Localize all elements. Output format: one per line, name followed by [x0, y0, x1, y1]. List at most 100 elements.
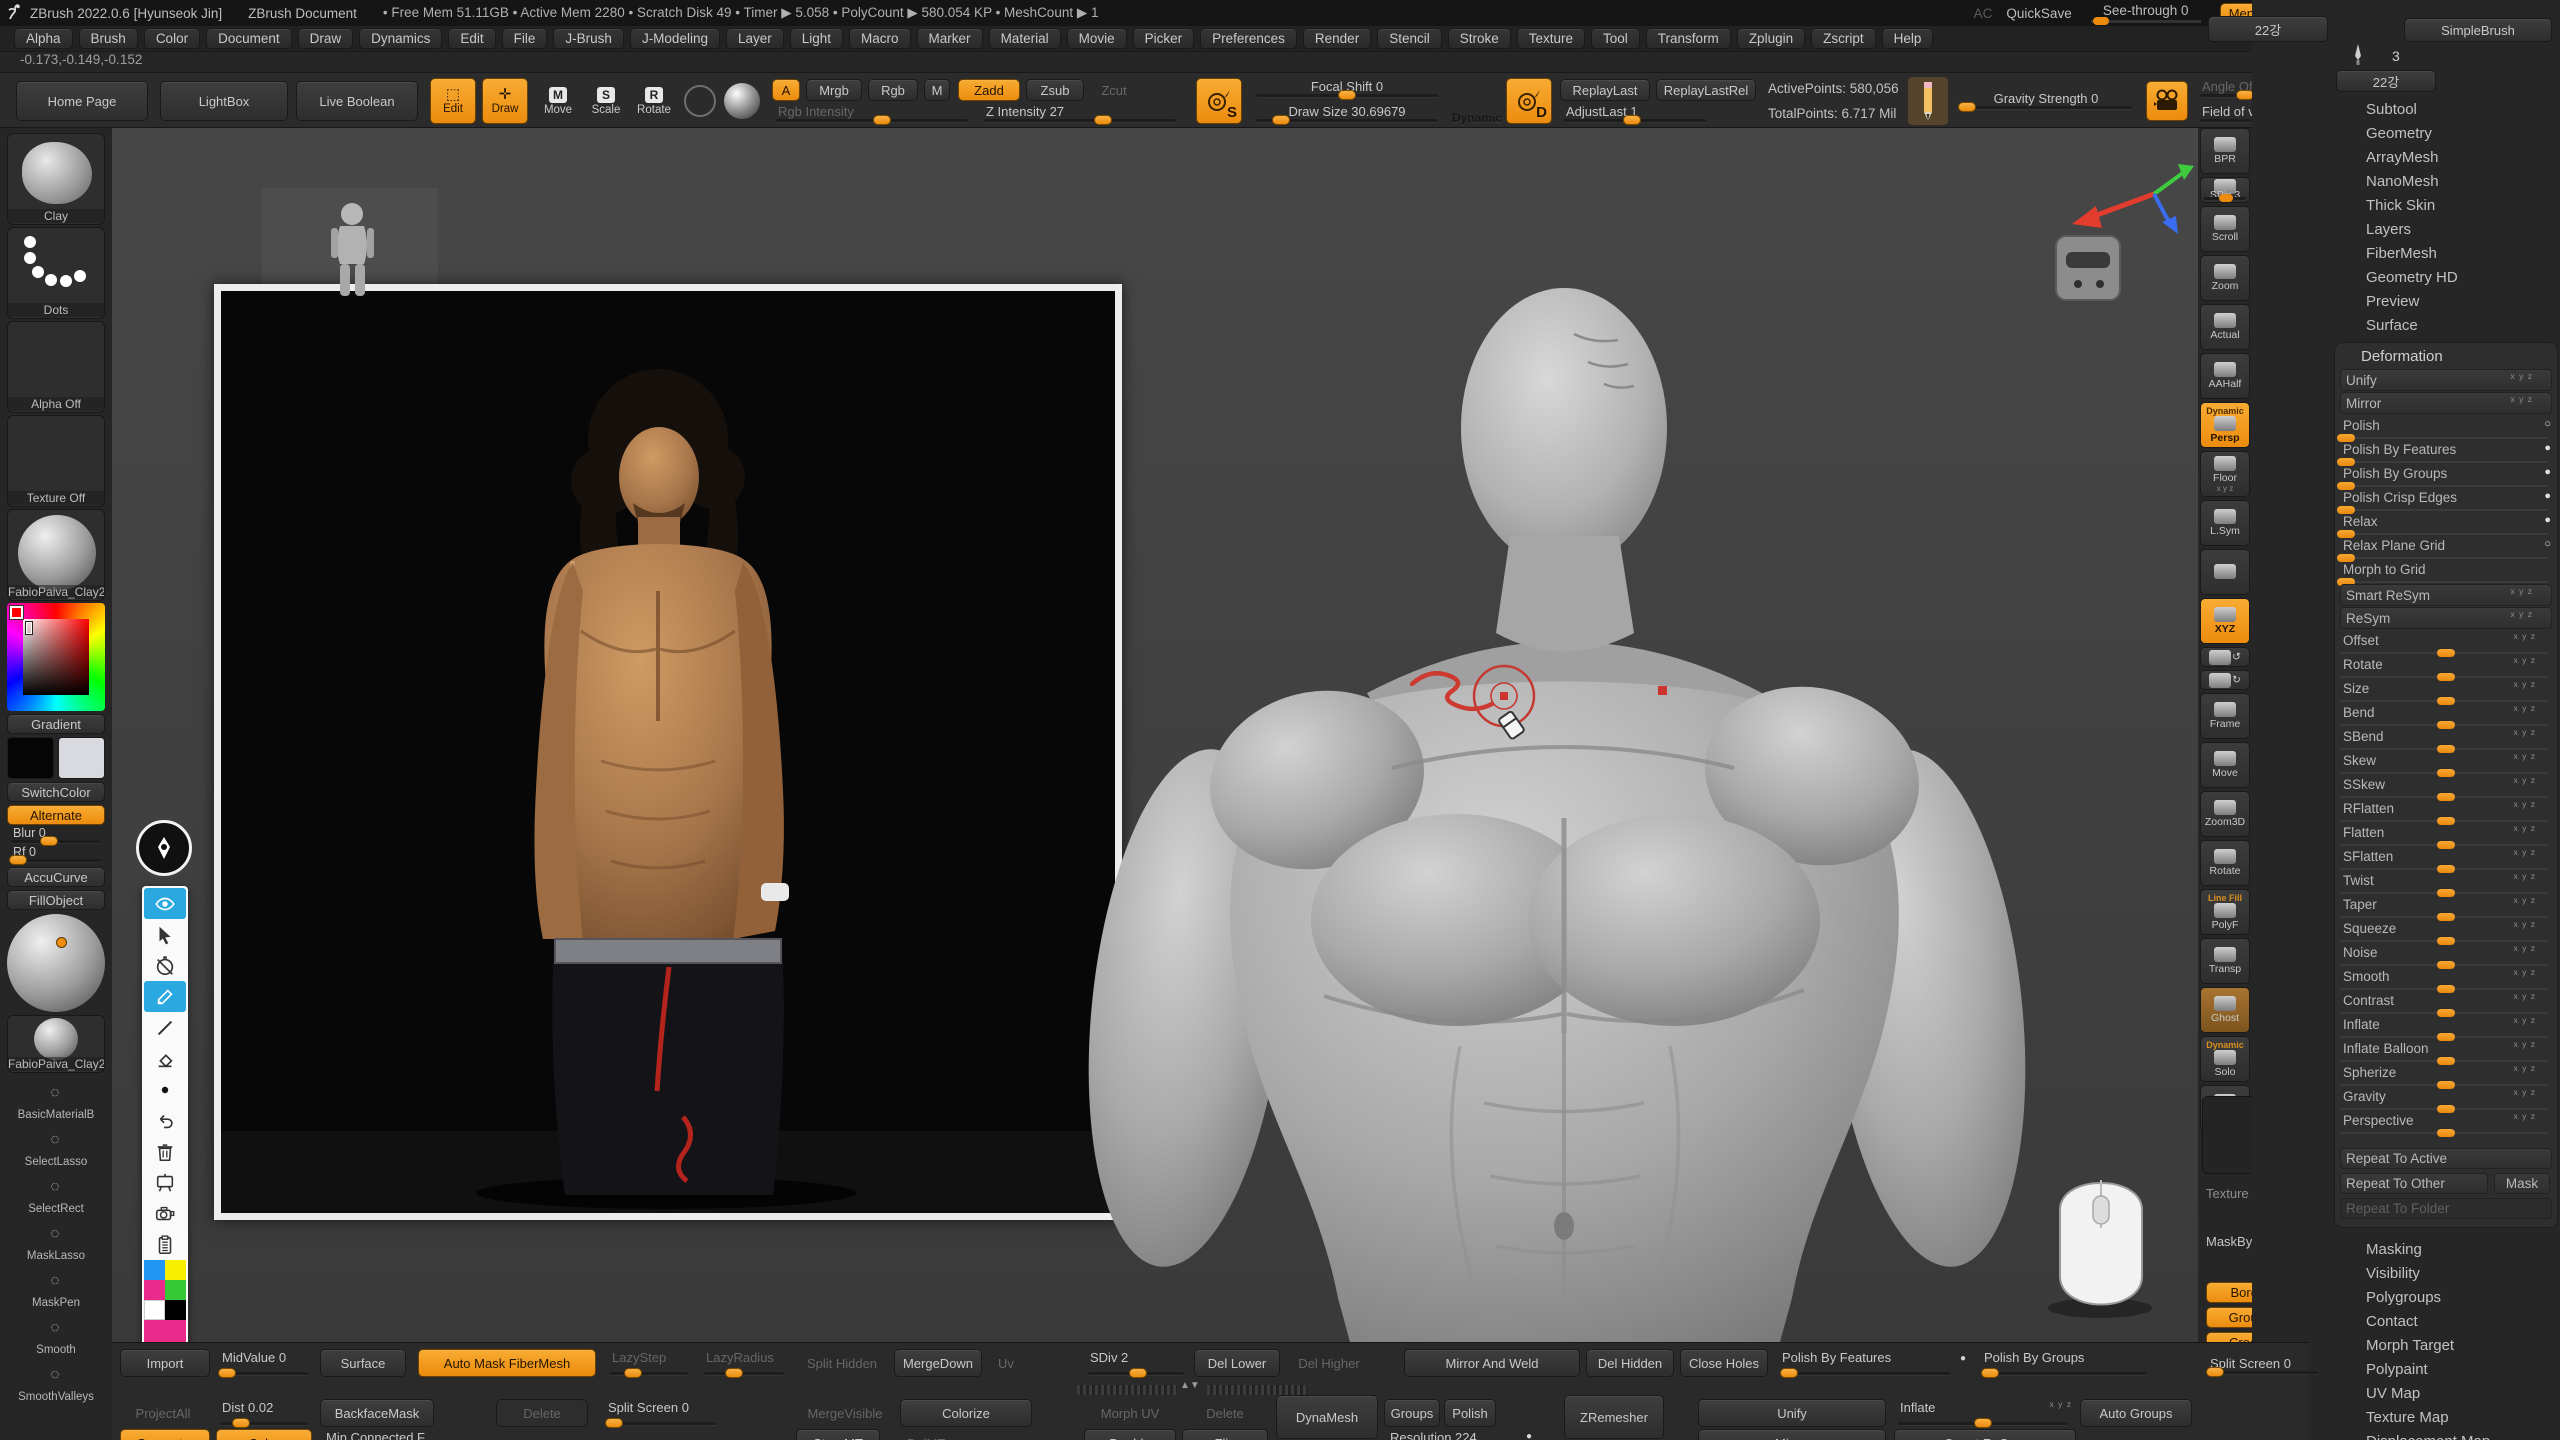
color-toggle[interactable]: Color: [216, 1429, 312, 1440]
recent-brush-button[interactable]: 22강: [2208, 16, 2328, 42]
menu-item[interactable]: Dynamics: [359, 28, 442, 49]
m-toggle[interactable]: M: [924, 79, 950, 101]
shelf-button[interactable]: Ghost: [2200, 987, 2250, 1033]
current-texture-thumb[interactable]: Texture Off: [7, 415, 105, 507]
alternate-button[interactable]: Alternate: [7, 805, 105, 825]
stroke-picker-button[interactable]: S: [1196, 78, 1242, 124]
shelf-button[interactable]: Zoom: [2200, 255, 2250, 301]
shelf-button[interactable]: Transp: [2200, 938, 2250, 984]
uv-button[interactable]: Uv: [988, 1349, 1024, 1377]
double-button[interactable]: Double: [1084, 1429, 1176, 1440]
deformation-control[interactable]: x y z SFlatten: [2338, 846, 2554, 870]
shelf-button[interactable]: Dynamic Persp: [2200, 402, 2250, 448]
morph-uv-button[interactable]: Morph UV: [1084, 1399, 1176, 1427]
mergedown-button[interactable]: MergeDown: [894, 1349, 982, 1377]
timer-off-icon[interactable]: [144, 950, 186, 981]
unify-button[interactable]: Unify: [1698, 1399, 1886, 1427]
menu-item[interactable]: Stencil: [1377, 28, 1442, 49]
gravity-strength-slider[interactable]: Gravity Strength 0: [1956, 91, 2136, 111]
deformation-control[interactable]: x y z RFlatten: [2338, 798, 2554, 822]
deformation-control[interactable]: x y z Taper: [2338, 894, 2554, 918]
menu-item[interactable]: Draw: [298, 28, 354, 49]
dynamesh-button[interactable]: DynaMesh: [1276, 1395, 1378, 1439]
current-material-thumb[interactable]: FabioPaiva_Clay2: [7, 509, 105, 601]
shelf-button[interactable]: Scroll: [2200, 206, 2250, 252]
palette-section[interactable]: Geometry: [2340, 122, 2560, 146]
deformation-control[interactable]: ● Relax: [2338, 511, 2554, 535]
menu-item[interactable]: Zscript: [1811, 28, 1876, 49]
current-tool-button[interactable]: SimpleBrush: [2404, 18, 2552, 42]
epicpen-launcher[interactable]: [136, 820, 192, 876]
draw-button[interactable]: ✛Draw: [482, 78, 528, 124]
recent-brush2-button[interactable]: 22강: [2336, 70, 2436, 92]
fill-object-button[interactable]: FillObject: [7, 890, 105, 910]
menu-item[interactable]: Macro: [849, 28, 911, 49]
palette-section[interactable]: Polygroups: [2340, 1286, 2560, 1310]
menu-item[interactable]: Render: [1303, 28, 1371, 49]
main-color-swatch[interactable]: [7, 737, 54, 779]
edit-button[interactable]: ⬚Edit: [430, 78, 476, 124]
palette-section[interactable]: Surface: [2340, 314, 2560, 338]
palette-section[interactable]: Polypaint: [2340, 1358, 2560, 1382]
palette-section[interactable]: Visibility: [2340, 1262, 2560, 1286]
deformation-control[interactable]: x y z Rotate: [2338, 654, 2554, 678]
whiteboard-icon[interactable]: [144, 1167, 186, 1198]
material-orb-icon[interactable]: [724, 83, 760, 119]
close-holes-button[interactable]: Close Holes: [1680, 1349, 1768, 1377]
repeat-to-folder-button[interactable]: Repeat To Folder: [2340, 1198, 2552, 1219]
camera-snapshot-icon[interactable]: [144, 1198, 186, 1229]
deformation-header[interactable]: Deformation: [2338, 345, 2554, 368]
deformation-control[interactable]: ○ Polish: [2338, 415, 2554, 439]
split-screen-shelf-slider[interactable]: Split Screen 0: [602, 1401, 720, 1427]
palette-blue[interactable]: [144, 1260, 165, 1280]
menu-item[interactable]: Edit: [448, 28, 495, 49]
palette-section[interactable]: Morph Target: [2340, 1334, 2560, 1358]
deformation-control[interactable]: x y z Unify: [2340, 369, 2552, 391]
geometry-toggle[interactable]: Geometry: [120, 1429, 210, 1440]
repeat-mask-button[interactable]: Mask: [2494, 1173, 2550, 1194]
deformation-control[interactable]: ● Polish By Features: [2338, 439, 2554, 463]
backfacemask-button[interactable]: BackfaceMask: [320, 1399, 434, 1427]
deformation-control[interactable]: ● Polish Crisp Edges: [2338, 487, 2554, 511]
home-page-button[interactable]: Home Page: [16, 81, 148, 121]
camera-lock-button[interactable]: [2200, 549, 2250, 595]
scale-button[interactable]: SScale: [584, 78, 628, 124]
delmt-button[interactable]: DelMT: [886, 1429, 966, 1440]
smart-resym-button[interactable]: Smart ReSym: [1894, 1429, 2076, 1440]
clipboard-icon[interactable]: [144, 1229, 186, 1260]
tray-item[interactable]: ◌ SelectLasso: [7, 1122, 105, 1168]
zsub-toggle[interactable]: Zsub: [1026, 79, 1084, 101]
alpha-orb-icon[interactable]: [684, 85, 716, 117]
rgb-toggle[interactable]: Rgb: [868, 79, 918, 101]
mirror-and-weld-button[interactable]: Mirror And Weld: [1404, 1349, 1580, 1377]
palette-magenta[interactable]: [144, 1280, 165, 1300]
live-boolean-button[interactable]: Live Boolean: [296, 81, 418, 121]
min-connected-slider[interactable]: Min Connected F: [320, 1431, 454, 1440]
dist-slider[interactable]: Dist 0.02: [216, 1401, 312, 1427]
import-button[interactable]: Import: [120, 1349, 210, 1377]
projectall-button[interactable]: ProjectAll: [120, 1399, 206, 1427]
palette-section[interactable]: FiberMesh: [2340, 242, 2560, 266]
polish-button[interactable]: Polish: [1444, 1399, 1496, 1427]
current-brush-thumb[interactable]: Clay: [7, 133, 105, 225]
del-hidden-button[interactable]: Del Hidden: [1586, 1349, 1674, 1377]
shelf-button[interactable]: AAHalf: [2200, 353, 2250, 399]
mrgb-toggle[interactable]: Mrgb: [806, 79, 862, 101]
blur-slider[interactable]: Blur 0: [7, 828, 105, 845]
colorize-button[interactable]: Colorize: [900, 1399, 1032, 1427]
sv-selector[interactable]: [26, 622, 32, 634]
hue-selector[interactable]: [10, 606, 23, 619]
palette-section[interactable]: Displacement Map: [2340, 1430, 2560, 1440]
current-alpha-thumb[interactable]: Alpha Off: [7, 321, 105, 413]
replay-last-button[interactable]: ReplayLast: [1560, 79, 1650, 101]
deformation-control[interactable]: x y z Flatten: [2338, 822, 2554, 846]
color-picker[interactable]: [7, 603, 105, 711]
palette-white[interactable]: [144, 1300, 165, 1320]
split-screen-slider[interactable]: Split Screen 0: [2204, 1356, 2322, 1376]
eraser-icon[interactable]: [144, 1043, 186, 1074]
flip-button[interactable]: Flip: [1182, 1429, 1268, 1440]
delete-button[interactable]: Delete: [496, 1399, 588, 1427]
repeat-to-active-button[interactable]: Repeat To Active: [2340, 1148, 2552, 1169]
deformation-control[interactable]: x y z ReSym: [2340, 607, 2552, 629]
shelf-button[interactable]: Floor x y z: [2200, 451, 2250, 497]
